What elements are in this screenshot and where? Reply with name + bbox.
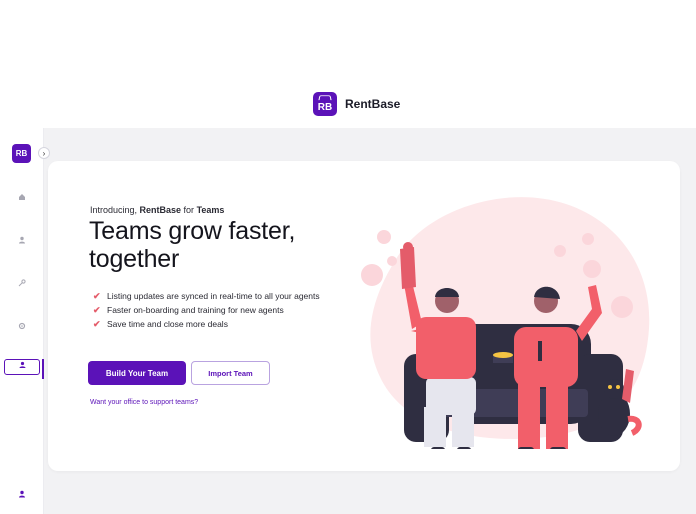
check-icon: ✔ bbox=[93, 304, 101, 315]
intro-line: Introducing, RentBase for Teams bbox=[90, 205, 225, 215]
brand: RB RentBase bbox=[313, 92, 400, 116]
brand-logo: RB bbox=[313, 92, 337, 116]
build-team-button[interactable]: Build Your Team bbox=[88, 361, 186, 385]
fans-on-couch-illustration bbox=[361, 197, 650, 449]
app-frame: RB › Introducing, RentBase for Teams Tea… bbox=[0, 128, 696, 514]
office-support-link[interactable]: Want your office to support teams? bbox=[90, 399, 198, 406]
sidebar-logo[interactable]: RB bbox=[12, 144, 31, 163]
active-indicator bbox=[42, 359, 44, 379]
top-brand-bar: RB RentBase bbox=[0, 0, 696, 128]
user-icon[interactable] bbox=[17, 236, 27, 246]
chevron-right-icon[interactable]: › bbox=[38, 147, 50, 159]
list-item: ✔ Save time and close more deals bbox=[93, 318, 228, 330]
settings-icon[interactable] bbox=[17, 322, 27, 332]
page-title: Teams grow faster, together bbox=[89, 217, 296, 273]
list-item: ✔ Listing updates are synced in real-time… bbox=[93, 290, 320, 302]
brand-name: RentBase bbox=[345, 97, 401, 111]
check-icon: ✔ bbox=[93, 318, 101, 329]
sidebar: RB › bbox=[0, 128, 50, 514]
home-icon[interactable] bbox=[17, 193, 27, 203]
teams-intro-card: Introducing, RentBase for Teams Teams gr… bbox=[48, 161, 680, 471]
profile-icon[interactable] bbox=[17, 490, 27, 500]
feature-list: ✔ Listing updates are synced in real-time… bbox=[93, 289, 320, 331]
key-icon[interactable] bbox=[17, 279, 27, 289]
list-item: ✔ Faster on-boarding and training for new… bbox=[93, 304, 284, 316]
import-team-button[interactable]: Import Team bbox=[191, 361, 270, 385]
check-icon: ✔ bbox=[93, 290, 101, 301]
team-icon[interactable] bbox=[4, 359, 40, 375]
